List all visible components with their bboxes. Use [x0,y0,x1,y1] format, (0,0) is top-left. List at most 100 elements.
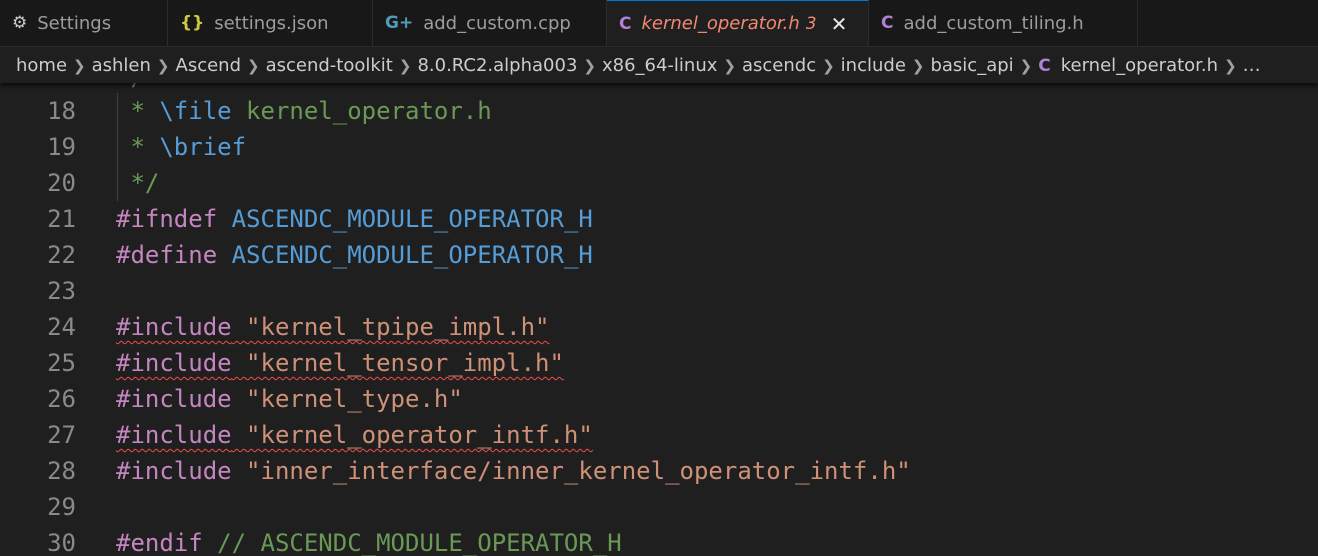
code-text: #include "kernel_tpipe_impl.h" [116,313,549,341]
tab-kernel-operator-h[interactable]: Ckernel_operator.h 3 ✕ [607,0,869,46]
tab-label: add_custom_tiling.h [903,12,1084,34]
code-editor[interactable]: */ 18 * \file kernel_operator.h19 * \bri… [0,83,1318,556]
code-text: #include "kernel_type.h" [116,385,463,413]
code-line[interactable]: 27 #include "kernel_operator_intf.h" [0,417,1318,453]
code-token: \file [159,97,232,125]
c-icon: C [1038,55,1051,76]
tab-label: add_custom.cpp [423,12,571,34]
code-line[interactable]: 19 * \brief [0,129,1318,165]
line-number: 29 [47,493,76,521]
line-number: 22 [47,241,76,269]
line-number: 23 [47,277,76,305]
settings-icon: ⚙ [12,13,28,33]
problem-count-badge: 3 [805,13,817,34]
cpp-icon: G+ [385,13,414,33]
code-line[interactable]: 24 #include "kernel_tpipe_impl.h" [0,309,1318,345]
tab-add-custom-cpp[interactable]: G+ add_custom.cpp [373,0,607,46]
line-number: 26 [47,385,76,413]
line-number: 21 [47,205,76,233]
chevron-right-icon: ❯ [723,56,736,75]
code-token: #include [116,349,232,377]
breadcrumb-file[interactable]: kernel_operator.h [1061,55,1218,76]
tab-settings[interactable]: ⚙ Settings [0,0,168,46]
chevron-right-icon: ❯ [247,56,260,75]
code-line[interactable]: 28 #include "inner_interface/inner_kernel… [0,453,1318,489]
code-token: "kernel_operator_intf.h" [246,421,593,449]
code-line[interactable]: 23 [0,273,1318,309]
code-line[interactable]: 20 */ [0,165,1318,201]
code-text: #ifndef ASCENDC_MODULE_OPERATOR_H [116,205,593,233]
line-number: 24 [47,313,76,341]
code-token: #define [116,241,218,269]
code-line[interactable]: 25 #include "kernel_tensor_impl.h" [0,345,1318,381]
code-token: #include [116,457,232,485]
partial-line-top: */ [0,83,1318,93]
breadcrumb-item[interactable]: include [841,55,906,76]
breadcrumb-item[interactable]: 8.0.RC2.alpha003 [417,55,577,76]
breadcrumb-more[interactable]: … [1243,55,1261,76]
breadcrumb-item[interactable]: home [16,55,67,76]
line-number: 27 [47,421,76,449]
tab-label: settings.json [214,12,329,34]
code-token: * [116,97,160,125]
code-text: #define ASCENDC_MODULE_OPERATOR_H [116,241,593,269]
code-line[interactable]: 30 #endif // ASCENDC_MODULE_OPERATOR_H [0,525,1318,556]
code-line[interactable]: 18 * \file kernel_operator.h [0,93,1318,129]
chevron-right-icon: ❯ [156,56,170,75]
code-token: #include [116,313,232,341]
chevron-right-icon: ❯ [1019,56,1033,75]
breadcrumb-item[interactable]: x86_64-linux [602,55,717,76]
code-token: ASCENDC_MODULE_OPERATOR_H [231,205,593,233]
line-number: 28 [47,457,76,485]
code-token: ASCENDC_MODULE_OPERATOR_H [231,241,593,269]
json-icon: {} [180,13,205,33]
line-number: 20 [47,169,76,197]
breadcrumb-item[interactable]: ashlen [92,55,151,76]
tab-add-custom-tiling-h[interactable]: Cadd_custom_tiling.h [869,0,1138,46]
chevron-right-icon: ❯ [398,56,412,75]
code-token: #ifndef [116,205,218,233]
code-text: #include "inner_interface/inner_kernel_o… [116,457,911,485]
code-text: * \brief [116,133,246,161]
line-number: 30 [47,529,76,556]
code-line[interactable]: 22 #define ASCENDC_MODULE_OPERATOR_H [0,237,1318,273]
code-token: #include [116,385,232,413]
c-icon: C [881,13,894,33]
code-token: "inner_interface/inner_kernel_operator_i… [246,457,911,485]
tab-settings-json[interactable]: {} settings.json [168,0,373,46]
code-token: "kernel_type.h" [246,385,463,413]
breadcrumb-item[interactable]: basic_api [930,55,1013,76]
code-token: #endif [116,529,203,556]
breadcrumb-item[interactable]: ascendc [742,55,816,76]
breadcrumb-item[interactable]: ascend-toolkit [266,55,393,76]
code-token: // ASCENDC_MODULE_OPERATOR_H [202,529,622,556]
tab-label: kernel_operator.h [641,13,800,34]
breadcrumb-item[interactable]: Ascend [176,55,242,76]
tab-bar: ⚙ Settings {} settings.json G+ add_custom.cpp… [0,0,1318,47]
code-line[interactable]: 26 #include "kernel_type.h" [0,381,1318,417]
code-line[interactable]: 21 #ifndef ASCENDC_MODULE_OPERATOR_H [0,201,1318,237]
chevron-right-icon: ❯ [822,56,835,75]
c-icon: C [619,13,632,34]
code-text: */ [116,169,159,197]
editor-window: ⚙ Settings {} settings.json G+ add_custom.cpp… [0,0,1318,556]
code-token: "kernel_tpipe_impl.h" [246,313,550,341]
chevron-right-icon: ❯ [911,56,925,75]
close-icon[interactable]: ✕ [831,12,848,36]
code-text: #include "kernel_tensor_impl.h" [116,349,564,377]
breadcrumb: home ❯ ashlen ❯ Ascend ❯ ascend-toolkit ❯ 8.0.RC… [0,48,1318,83]
code-token: * [116,133,160,161]
code-token: #include [116,421,232,449]
chevron-right-icon: ❯ [1224,56,1237,75]
code-line[interactable]: 29 [0,489,1318,525]
code-text: * \file kernel_operator.h [116,97,491,125]
tab-label: Settings [37,12,112,34]
code-text: #include "kernel_operator_intf.h" [116,421,593,449]
code-token: */ [116,169,160,197]
